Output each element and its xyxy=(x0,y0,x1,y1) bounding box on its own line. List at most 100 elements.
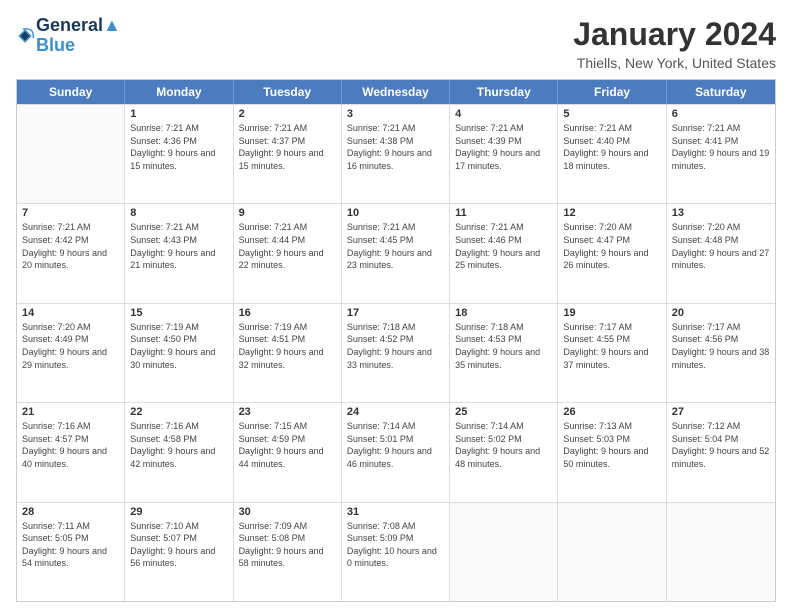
cell-info: Sunrise: 7:08 AMSunset: 5:09 PMDaylight:… xyxy=(347,520,444,570)
cell-info: Sunrise: 7:13 AMSunset: 5:03 PMDaylight:… xyxy=(563,420,660,470)
header-day-monday: Monday xyxy=(125,80,233,104)
day-number: 1 xyxy=(130,108,227,120)
day-number: 22 xyxy=(130,406,227,418)
logo-area: General▲ Blue xyxy=(16,16,121,56)
cell-info: Sunrise: 7:18 AMSunset: 4:52 PMDaylight:… xyxy=(347,321,444,371)
calendar-cell: 6 Sunrise: 7:21 AMSunset: 4:41 PMDayligh… xyxy=(667,105,775,203)
header-day-wednesday: Wednesday xyxy=(342,80,450,104)
day-number: 7 xyxy=(22,207,119,219)
calendar-cell: 30 Sunrise: 7:09 AMSunset: 5:08 PMDaylig… xyxy=(234,503,342,601)
logo-text: General▲ xyxy=(36,16,121,36)
day-number: 9 xyxy=(239,207,336,219)
day-number: 8 xyxy=(130,207,227,219)
calendar-cell: 22 Sunrise: 7:16 AMSunset: 4:58 PMDaylig… xyxy=(125,403,233,501)
calendar-cell: 27 Sunrise: 7:12 AMSunset: 5:04 PMDaylig… xyxy=(667,403,775,501)
cell-info: Sunrise: 7:17 AMSunset: 4:55 PMDaylight:… xyxy=(563,321,660,371)
calendar-cell xyxy=(450,503,558,601)
cell-info: Sunrise: 7:21 AMSunset: 4:43 PMDaylight:… xyxy=(130,221,227,271)
day-number: 17 xyxy=(347,307,444,319)
calendar-cell: 21 Sunrise: 7:16 AMSunset: 4:57 PMDaylig… xyxy=(17,403,125,501)
calendar-cell: 18 Sunrise: 7:18 AMSunset: 4:53 PMDaylig… xyxy=(450,304,558,402)
cell-info: Sunrise: 7:21 AMSunset: 4:39 PMDaylight:… xyxy=(455,122,552,172)
cell-info: Sunrise: 7:21 AMSunset: 4:40 PMDaylight:… xyxy=(563,122,660,172)
calendar-cell: 19 Sunrise: 7:17 AMSunset: 4:55 PMDaylig… xyxy=(558,304,666,402)
day-number: 15 xyxy=(130,307,227,319)
calendar-cell: 24 Sunrise: 7:14 AMSunset: 5:01 PMDaylig… xyxy=(342,403,450,501)
calendar-cell: 15 Sunrise: 7:19 AMSunset: 4:50 PMDaylig… xyxy=(125,304,233,402)
calendar-body: 1 Sunrise: 7:21 AMSunset: 4:36 PMDayligh… xyxy=(17,104,775,601)
cell-info: Sunrise: 7:11 AMSunset: 5:05 PMDaylight:… xyxy=(22,520,119,570)
cell-info: Sunrise: 7:17 AMSunset: 4:56 PMDaylight:… xyxy=(672,321,770,371)
calendar-cell: 3 Sunrise: 7:21 AMSunset: 4:38 PMDayligh… xyxy=(342,105,450,203)
day-number: 6 xyxy=(672,108,770,120)
calendar-week-1: 1 Sunrise: 7:21 AMSunset: 4:36 PMDayligh… xyxy=(17,104,775,203)
day-number: 26 xyxy=(563,406,660,418)
calendar-cell xyxy=(558,503,666,601)
header-day-sunday: Sunday xyxy=(17,80,125,104)
header-day-saturday: Saturday xyxy=(667,80,775,104)
month-title: January 2024 xyxy=(573,16,776,53)
calendar-cell: 26 Sunrise: 7:13 AMSunset: 5:03 PMDaylig… xyxy=(558,403,666,501)
calendar-cell: 12 Sunrise: 7:20 AMSunset: 4:47 PMDaylig… xyxy=(558,204,666,302)
title-area: January 2024 Thiells, New York, United S… xyxy=(573,16,776,71)
day-number: 19 xyxy=(563,307,660,319)
cell-info: Sunrise: 7:19 AMSunset: 4:51 PMDaylight:… xyxy=(239,321,336,371)
calendar: SundayMondayTuesdayWednesdayThursdayFrid… xyxy=(16,79,776,602)
cell-info: Sunrise: 7:12 AMSunset: 5:04 PMDaylight:… xyxy=(672,420,770,470)
calendar-cell xyxy=(17,105,125,203)
calendar-cell: 28 Sunrise: 7:11 AMSunset: 5:05 PMDaylig… xyxy=(17,503,125,601)
day-number: 16 xyxy=(239,307,336,319)
calendar-cell: 11 Sunrise: 7:21 AMSunset: 4:46 PMDaylig… xyxy=(450,204,558,302)
cell-info: Sunrise: 7:21 AMSunset: 4:38 PMDaylight:… xyxy=(347,122,444,172)
cell-info: Sunrise: 7:20 AMSunset: 4:49 PMDaylight:… xyxy=(22,321,119,371)
day-number: 2 xyxy=(239,108,336,120)
logo-icon xyxy=(16,27,34,45)
cell-info: Sunrise: 7:20 AMSunset: 4:47 PMDaylight:… xyxy=(563,221,660,271)
cell-info: Sunrise: 7:21 AMSunset: 4:42 PMDaylight:… xyxy=(22,221,119,271)
cell-info: Sunrise: 7:21 AMSunset: 4:37 PMDaylight:… xyxy=(239,122,336,172)
calendar-week-2: 7 Sunrise: 7:21 AMSunset: 4:42 PMDayligh… xyxy=(17,203,775,302)
calendar-cell: 8 Sunrise: 7:21 AMSunset: 4:43 PMDayligh… xyxy=(125,204,233,302)
calendar-week-3: 14 Sunrise: 7:20 AMSunset: 4:49 PMDaylig… xyxy=(17,303,775,402)
day-number: 13 xyxy=(672,207,770,219)
header: General▲ Blue January 2024 Thiells, New … xyxy=(16,16,776,71)
calendar-cell: 9 Sunrise: 7:21 AMSunset: 4:44 PMDayligh… xyxy=(234,204,342,302)
calendar-week-5: 28 Sunrise: 7:11 AMSunset: 5:05 PMDaylig… xyxy=(17,502,775,601)
calendar-week-4: 21 Sunrise: 7:16 AMSunset: 4:57 PMDaylig… xyxy=(17,402,775,501)
calendar-cell: 29 Sunrise: 7:10 AMSunset: 5:07 PMDaylig… xyxy=(125,503,233,601)
calendar-cell: 10 Sunrise: 7:21 AMSunset: 4:45 PMDaylig… xyxy=(342,204,450,302)
cell-info: Sunrise: 7:21 AMSunset: 4:46 PMDaylight:… xyxy=(455,221,552,271)
day-number: 28 xyxy=(22,506,119,518)
location-title: Thiells, New York, United States xyxy=(573,55,776,71)
cell-info: Sunrise: 7:21 AMSunset: 4:45 PMDaylight:… xyxy=(347,221,444,271)
day-number: 25 xyxy=(455,406,552,418)
header-day-thursday: Thursday xyxy=(450,80,558,104)
day-number: 12 xyxy=(563,207,660,219)
day-number: 5 xyxy=(563,108,660,120)
cell-info: Sunrise: 7:16 AMSunset: 4:57 PMDaylight:… xyxy=(22,420,119,470)
day-number: 27 xyxy=(672,406,770,418)
calendar-cell: 2 Sunrise: 7:21 AMSunset: 4:37 PMDayligh… xyxy=(234,105,342,203)
page: General▲ Blue January 2024 Thiells, New … xyxy=(0,0,792,612)
calendar-cell: 4 Sunrise: 7:21 AMSunset: 4:39 PMDayligh… xyxy=(450,105,558,203)
day-number: 18 xyxy=(455,307,552,319)
day-number: 11 xyxy=(455,207,552,219)
cell-info: Sunrise: 7:10 AMSunset: 5:07 PMDaylight:… xyxy=(130,520,227,570)
calendar-cell: 16 Sunrise: 7:19 AMSunset: 4:51 PMDaylig… xyxy=(234,304,342,402)
cell-info: Sunrise: 7:19 AMSunset: 4:50 PMDaylight:… xyxy=(130,321,227,371)
cell-info: Sunrise: 7:09 AMSunset: 5:08 PMDaylight:… xyxy=(239,520,336,570)
calendar-cell: 14 Sunrise: 7:20 AMSunset: 4:49 PMDaylig… xyxy=(17,304,125,402)
cell-info: Sunrise: 7:20 AMSunset: 4:48 PMDaylight:… xyxy=(672,221,770,271)
day-number: 29 xyxy=(130,506,227,518)
calendar-cell: 31 Sunrise: 7:08 AMSunset: 5:09 PMDaylig… xyxy=(342,503,450,601)
cell-info: Sunrise: 7:18 AMSunset: 4:53 PMDaylight:… xyxy=(455,321,552,371)
day-number: 31 xyxy=(347,506,444,518)
calendar-cell: 5 Sunrise: 7:21 AMSunset: 4:40 PMDayligh… xyxy=(558,105,666,203)
calendar-header: SundayMondayTuesdayWednesdayThursdayFrid… xyxy=(17,80,775,104)
day-number: 24 xyxy=(347,406,444,418)
day-number: 14 xyxy=(22,307,119,319)
calendar-cell xyxy=(667,503,775,601)
calendar-cell: 13 Sunrise: 7:20 AMSunset: 4:48 PMDaylig… xyxy=(667,204,775,302)
cell-info: Sunrise: 7:16 AMSunset: 4:58 PMDaylight:… xyxy=(130,420,227,470)
calendar-cell: 17 Sunrise: 7:18 AMSunset: 4:52 PMDaylig… xyxy=(342,304,450,402)
